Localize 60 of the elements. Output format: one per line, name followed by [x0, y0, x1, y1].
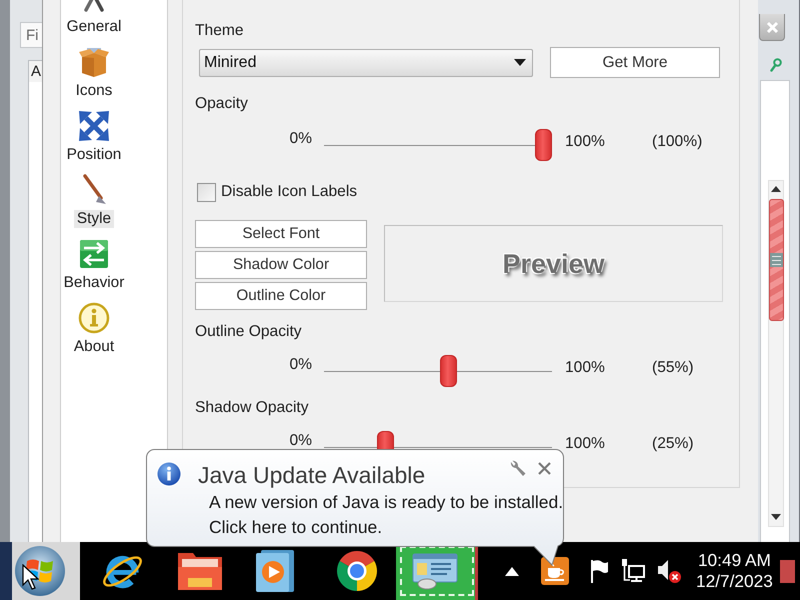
action-button[interactable]: Shadow Color	[195, 251, 367, 279]
caret-down-icon	[514, 59, 526, 66]
value-reading: (55%)	[652, 358, 694, 377]
checkbox-label[interactable]: Disable Icon Labels	[221, 183, 358, 201]
sidebar-item[interactable]: Style	[74, 210, 114, 228]
segmented-circle-icon[interactable]	[335, 549, 379, 593]
flag-icon[interactable]	[590, 559, 608, 583]
clock-time[interactable]: 10:49 AM	[698, 550, 771, 571]
sidebar-item[interactable]: About	[70, 338, 118, 356]
sidebar-item[interactable]: Icons	[72, 82, 116, 100]
play-icon[interactable]	[255, 548, 295, 594]
clock-date[interactable]: 12/7/2023	[696, 571, 773, 592]
down-arrow-icon[interactable]	[771, 514, 781, 520]
sidebar-item[interactable]: General	[64, 18, 124, 36]
max-value-label: 100%	[565, 359, 605, 377]
max-value-label: 100%	[565, 133, 605, 151]
value-reading: (100%)	[652, 132, 702, 151]
search-field[interactable]: Fi	[20, 22, 42, 48]
min-value-label: 0%	[289, 356, 312, 374]
info-icon	[157, 462, 181, 486]
close-icon	[766, 20, 778, 34]
setting-label: Shadow Opacity	[195, 399, 309, 417]
show-desktop-button[interactable]	[780, 560, 795, 582]
preview-text: Preview	[502, 248, 605, 280]
slider-thumb[interactable]	[440, 355, 458, 387]
get-more-button[interactable]: Get More	[550, 47, 720, 78]
tab[interactable]: A	[28, 60, 42, 82]
box-icon	[78, 46, 110, 78]
notification-balloon[interactable]: Java Update Available A new version of Java is ready to be installed. Click here to continue.	[146, 449, 564, 566]
up-arrow-icon[interactable]	[505, 566, 519, 576]
close-icon[interactable]	[537, 461, 552, 476]
slider-thumb[interactable]	[535, 129, 552, 161]
setting-label: Opacity	[195, 95, 248, 113]
window-icon	[410, 551, 460, 591]
action-button[interactable]: Select Font	[195, 220, 367, 248]
monitor-icon[interactable]	[620, 558, 646, 584]
setting-label: Outline Opacity	[195, 323, 302, 341]
min-value-label: 0%	[289, 432, 312, 450]
start-orb-icon[interactable]	[14, 545, 66, 597]
notification-title: Java Update Available	[198, 462, 426, 488]
close-button[interactable]	[759, 14, 785, 41]
sidebar-item[interactable]: Position	[64, 146, 124, 164]
up-arrow-icon[interactable]	[771, 186, 781, 192]
theme-dropdown[interactable]: Minired	[199, 48, 533, 76]
scroll-thumb[interactable]	[768, 199, 784, 321]
value-reading: (25%)	[652, 434, 694, 453]
max-value-label: 100%	[565, 435, 605, 453]
pointer-icon	[22, 564, 39, 590]
action-button[interactable]: Outline Color	[195, 282, 367, 310]
wrench-icon[interactable]	[509, 460, 526, 477]
checkbox[interactable]	[197, 182, 216, 202]
cross-arrows-icon	[78, 110, 110, 142]
sidebar-item[interactable]: Behavior	[60, 274, 128, 292]
setting-label: Theme	[195, 22, 244, 40]
speaker-muted-icon[interactable]	[656, 558, 682, 584]
scrollbar[interactable]	[768, 180, 784, 527]
swap-arrows-icon	[78, 238, 110, 270]
cup-icon[interactable]	[540, 556, 570, 586]
min-value-label: 0%	[289, 130, 312, 148]
info-icon	[78, 302, 110, 334]
